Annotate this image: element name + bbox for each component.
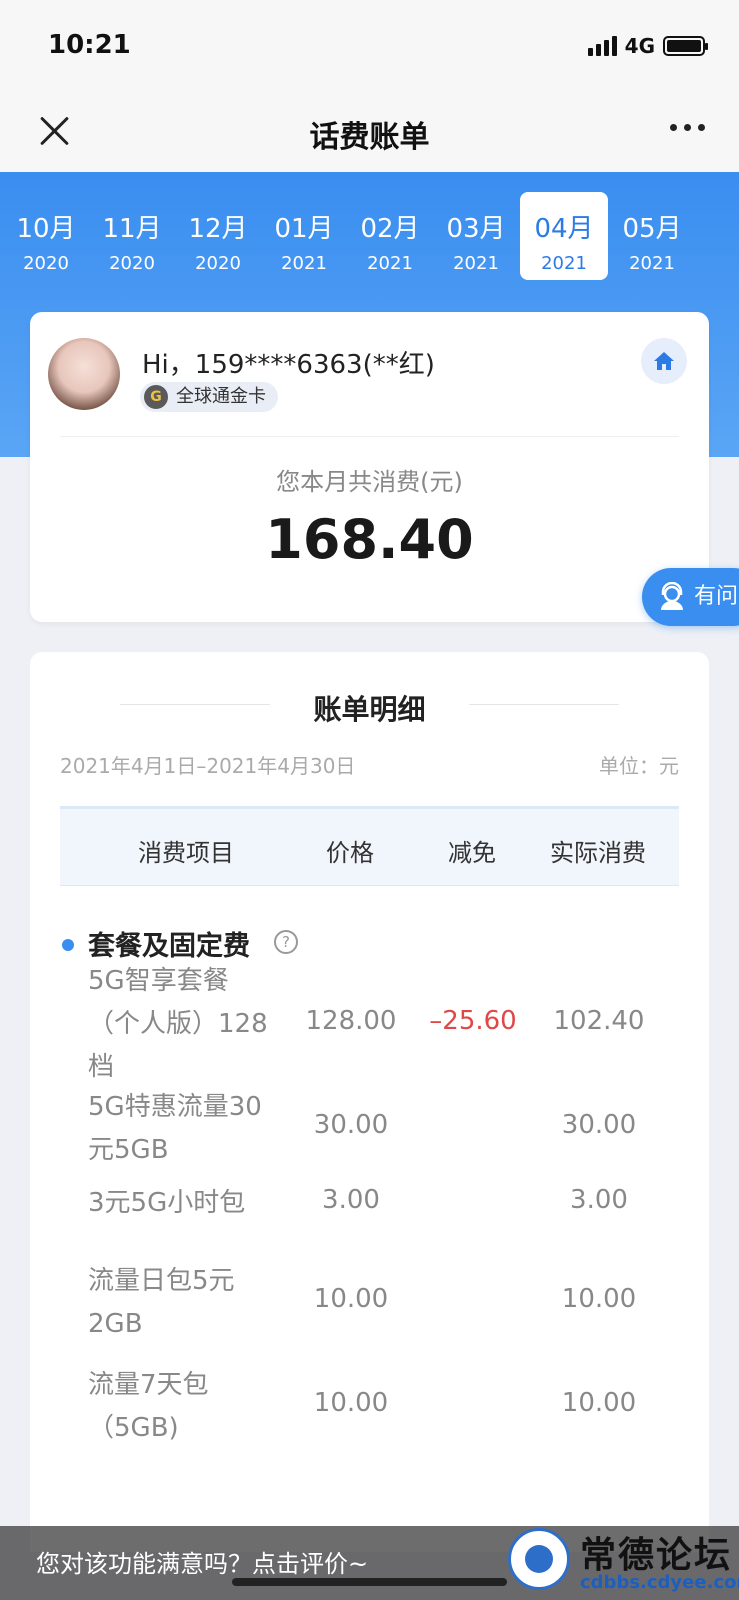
watermark-title: 常德论坛 xyxy=(580,1534,733,1576)
home-button[interactable] xyxy=(641,338,687,384)
month-tab[interactable]: 02月 2021 xyxy=(346,192,434,280)
month-tab-year: 2021 xyxy=(629,253,675,274)
row-actual: 102.40 xyxy=(553,1005,645,1036)
title-rule-right xyxy=(469,704,619,705)
total-value: 168.40 xyxy=(265,508,474,571)
row-actual: 3.00 xyxy=(570,1184,628,1215)
column-header-discount: 减免 xyxy=(448,839,496,867)
divider xyxy=(60,436,679,437)
status-time: 10:21 xyxy=(48,30,131,60)
row-actual: 10.00 xyxy=(561,1284,637,1314)
month-tab-month: 02月 xyxy=(360,214,420,244)
month-tab-month: 11月 xyxy=(102,214,162,244)
status-indicators: 4G xyxy=(587,34,708,58)
network-type: 4G xyxy=(624,34,655,58)
home-indicator xyxy=(232,1578,507,1586)
row-item-name: 流量日包5元 2GB xyxy=(88,1260,298,1346)
avatar xyxy=(48,338,120,410)
month-tab-month: 01月 xyxy=(274,214,334,244)
month-tab[interactable]: 04月 2021 xyxy=(520,192,608,280)
row-price: 10.00 xyxy=(313,1388,389,1418)
row-discount: –25.60 xyxy=(429,1005,517,1036)
month-tab[interactable]: 05月 2021 xyxy=(608,192,696,280)
row-item-name-line: 3元5G小时包 xyxy=(88,1188,246,1218)
row-item-name-line: （个人版）128 xyxy=(88,1009,268,1039)
month-tab-month: 05月 xyxy=(622,214,682,244)
badge-logo-icon: G xyxy=(144,385,168,409)
row-item-name-line: 5G特惠流量30 xyxy=(88,1092,262,1122)
home-icon xyxy=(654,352,674,370)
month-tab-month: 10月 xyxy=(16,214,76,244)
column-header-actual: 实际消费 xyxy=(550,839,646,867)
month-tab[interactable]: 01月 2021 xyxy=(260,192,348,280)
page-title: 话费账单 xyxy=(309,120,430,155)
detail-title: 账单明细 xyxy=(313,693,426,726)
row-actual: 30.00 xyxy=(561,1110,637,1140)
feedback-prompt[interactable]: 您对该功能满意吗？点击评价~ xyxy=(36,1544,368,1579)
battery-icon xyxy=(663,36,708,56)
badge-label: 全球通金卡 xyxy=(176,386,266,407)
help-button[interactable]: 有问 xyxy=(642,568,739,626)
row-price: 128.00 xyxy=(305,1005,397,1036)
watermark-url: cdbbs.cdyee.com xyxy=(580,1572,739,1593)
month-tab-year: 2021 xyxy=(453,253,499,274)
column-header-item: 消费项目 xyxy=(138,839,234,867)
month-tab-month: 04月 xyxy=(534,214,594,244)
customer-service-icon xyxy=(661,582,683,610)
row-price: 30.00 xyxy=(313,1110,389,1140)
month-tab[interactable]: 03月 2021 xyxy=(432,192,520,280)
row-item-name-line: 2GB xyxy=(88,1309,143,1339)
month-tab-month: 12月 xyxy=(188,214,248,244)
month-tab-year: 2020 xyxy=(195,253,241,274)
status-bar: 10:21 4G xyxy=(0,0,739,92)
month-tab[interactable]: 11月 2020 xyxy=(88,192,176,280)
total-label: 您本月共消费(元) xyxy=(276,468,463,496)
month-tab-year: 2020 xyxy=(23,253,69,274)
row-item-name: 5G特惠流量30 元5GB xyxy=(88,1086,298,1172)
unit-label: 单位：元 xyxy=(599,754,679,778)
row-item-name-line: （5GB) xyxy=(88,1413,179,1443)
month-tab-month: 03月 xyxy=(446,214,506,244)
month-tab-year: 2020 xyxy=(109,253,155,274)
row-item-name-line: 元5GB xyxy=(88,1135,169,1165)
row-item-name-line: 5G智享套餐 xyxy=(88,966,229,996)
row-item-name: 3元5G小时包 xyxy=(88,1182,298,1225)
month-tab-year: 2021 xyxy=(367,253,413,274)
row-item-name: 流量7天包 （5GB) xyxy=(88,1364,298,1450)
row-item-name-line: 流量日包5元 xyxy=(88,1266,235,1296)
month-tab-year: 2021 xyxy=(541,253,587,274)
row-price: 3.00 xyxy=(322,1184,380,1215)
month-tab[interactable]: 12月 2020 xyxy=(174,192,262,280)
column-header-price: 价格 xyxy=(326,839,374,867)
row-price: 10.00 xyxy=(313,1284,389,1314)
table-header: 消费项目 价格 减免 实际消费 xyxy=(60,806,679,886)
billing-period: 2021年4月1日–2021年4月30日 xyxy=(60,754,356,778)
section-title: 套餐及固定费 xyxy=(88,931,250,962)
help-question-icon[interactable]: ? xyxy=(274,930,298,954)
bill-detail-card: 账单明细 2021年4月1日–2021年4月30日 单位：元 消费项目 价格 减… xyxy=(30,652,709,1552)
row-item-name-line: 流量7天包 xyxy=(88,1370,209,1400)
signal-icon xyxy=(587,36,617,56)
month-tab[interactable]: 10月 2020 xyxy=(2,192,90,280)
row-item-name-line: 档 xyxy=(88,1052,115,1082)
greeting: Hi，159****6363(**红) xyxy=(142,350,435,380)
membership-badge: G 全球通金卡 xyxy=(140,382,278,412)
section-bullet xyxy=(62,939,74,951)
summary-card: Hi，159****6363(**红) G 全球通金卡 您本月共消费(元) 16… xyxy=(30,312,709,622)
more-icon[interactable] xyxy=(670,124,705,131)
help-label: 有问 xyxy=(694,584,739,609)
row-actual: 10.00 xyxy=(561,1388,637,1418)
forum-logo-icon xyxy=(508,1528,570,1590)
month-tabs: 10月 2020 11月 2020 12月 2020 01月 2021 02月 2021 03月 20… xyxy=(0,192,739,280)
row-item-name: 5G智享套餐 （个人版）128 档 xyxy=(88,960,298,1089)
nav-bar: 话费账单 xyxy=(0,92,739,172)
month-tab-year: 2021 xyxy=(281,253,327,274)
